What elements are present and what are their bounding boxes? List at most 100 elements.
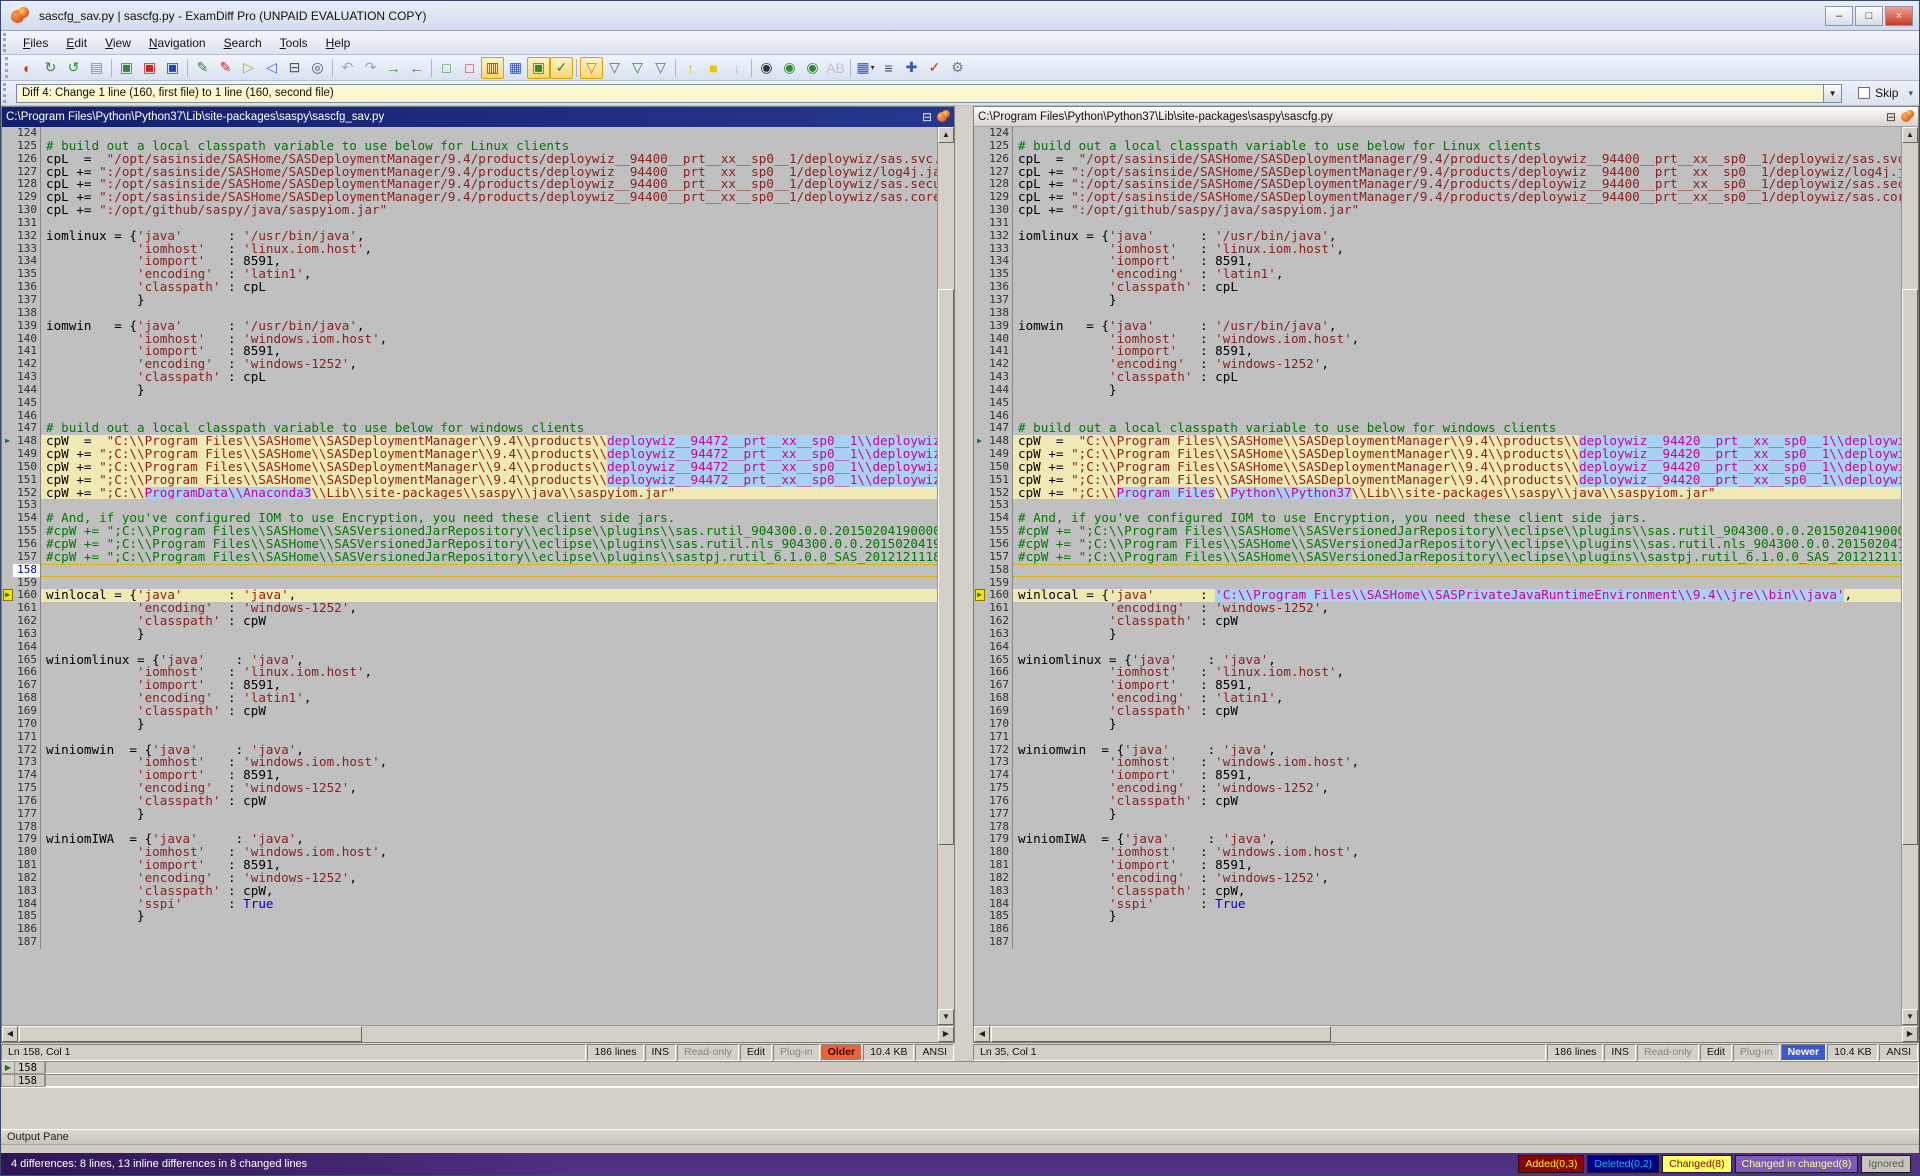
code-line[interactable]: 142 'encoding' : 'windows-1252', [2,358,937,371]
compare-files-icon[interactable]: ◐ [16,57,39,79]
code-line[interactable]: 169 'classpath' : cpW [2,705,937,718]
code-line[interactable]: 180 'iomhost' : 'windows.iom.host', [974,846,1901,859]
horizontal-scrollbar[interactable]: ◀ ▶ [974,1025,1918,1042]
show-checkmarks-icon[interactable]: ✓ [550,57,573,79]
code-line[interactable]: 149cpW += ";C:\\Program Files\\SASHome\\… [2,448,937,461]
code-line[interactable]: 142 'encoding' : 'windows-1252', [974,358,1901,371]
save-first-icon[interactable]: ▣ [115,57,138,79]
code-line[interactable]: 158 [2,564,937,577]
current-diff-combo[interactable]: Diff 4: Change 1 line (160, first file) … [16,84,1823,103]
code-line[interactable]: 172winiomwin = {'java' : 'java', [974,744,1901,757]
save-both-icon[interactable]: ▣ [161,57,184,79]
split-view-icon[interactable]: ▦ [504,57,527,79]
code-line[interactable]: 126cpL = "/opt/sasinside/SASHome/SASDepl… [2,153,937,166]
maximize-button[interactable]: □ [1855,6,1883,26]
code-line[interactable]: 128cpL += ":/opt/sasinside/SASHome/SASDe… [2,178,937,191]
print-preview-icon[interactable]: ◎ [306,57,329,79]
show-all-icon[interactable]: □ [435,57,458,79]
code-line[interactable]: 130cpL += ":/opt/github/saspy/java/saspy… [2,204,937,217]
close-button[interactable]: × [1885,6,1913,26]
menu-item-edit[interactable]: Edit [57,33,96,53]
print-icon[interactable]: ⊟ [283,57,306,79]
horizontal-scroll-thumb[interactable] [991,1026,1331,1042]
scroll-up-arrow[interactable]: ▲ [938,127,954,143]
code-line[interactable]: 175 'encoding' : 'windows-1252', [974,782,1901,795]
code-line[interactable]: 177 } [2,808,937,821]
code-line[interactable]: 164 [974,641,1901,654]
code-line[interactable]: 140 'iomhost' : 'windows.iom.host', [2,333,937,346]
code-line[interactable]: 182 'encoding' : 'windows-1252', [2,872,937,885]
code-line[interactable]: 185 } [2,910,937,923]
redo-icon[interactable]: ↷ [359,57,382,79]
find-next-icon[interactable]: ◉ [778,57,801,79]
code-line[interactable]: 186 [2,923,937,936]
open-files-icon[interactable]: ▤ [85,57,108,79]
file-path-header[interactable]: C:\Program Files\Python\Python37\Lib\sit… [974,107,1918,127]
code-line[interactable]: 169 'classpath' : cpW [974,705,1901,718]
go-back-icon[interactable]: ← [405,57,428,79]
recompare-icon[interactable]: ↻ [39,57,62,79]
toolbar-overflow-chevron[interactable]: ▾ [1908,88,1913,99]
filter-exclude-icon[interactable]: ▽ [649,57,672,79]
code-line[interactable]: 168 'encoding' : 'latin1', [2,692,937,705]
code-line[interactable]: 140 'iomhost' : 'windows.iom.host', [974,333,1901,346]
code-line[interactable]: 141 'iomport' : 8591, [2,345,937,358]
code-line[interactable]: 166 'iomhost' : 'linux.iom.host', [2,666,937,679]
save-second-icon[interactable]: ▣ [138,57,161,79]
current-diff-icon[interactable]: ■ [702,57,725,79]
code-line[interactable]: 158 [974,564,1901,577]
code-line[interactable]: 145 [974,397,1901,410]
code-line[interactable]: 163 } [974,628,1901,641]
code-line[interactable]: 171 [2,731,937,744]
code-line[interactable]: 146 [2,410,937,423]
code-line[interactable]: 126cpL = "/opt/sasinside/SASHome/SASDepl… [974,153,1901,166]
code-line[interactable]: 147# build out a local classpath variabl… [974,422,1901,435]
code-line[interactable]: 150cpW += ";C:\\Program Files\\SASHome\\… [974,461,1901,474]
code-line[interactable]: 139iomwin = {'java' : '/usr/bin/java', [974,320,1901,333]
code-line[interactable]: 174 'iomport' : 8591, [974,769,1901,782]
code-line[interactable]: 170 } [2,718,937,731]
code-line[interactable]: 135 'encoding' : 'latin1', [2,268,937,281]
code-line[interactable]: 124 [974,127,1901,140]
code-line[interactable]: 155#cpW += ";C:\\Program Files\\SASHome\… [974,525,1901,538]
code-line[interactable]: 170 } [974,718,1901,731]
code-line[interactable]: 147# build out a local classpath variabl… [2,422,937,435]
edit-first-icon[interactable]: ✎ [191,57,214,79]
code-line[interactable]: 130cpL += ":/opt/github/saspy/java/saspy… [974,204,1901,217]
code-line[interactable]: 186 [974,923,1901,936]
vertical-scrollbar[interactable]: ▲ ▼ [1901,127,1918,1025]
code-line[interactable]: 146 [974,410,1901,423]
menu-item-navigation[interactable]: Navigation [140,33,215,53]
printer-icon[interactable]: ⊟ [1882,109,1900,125]
menu-item-files[interactable]: Files [14,33,57,53]
edit-filters-icon[interactable]: ▽ [580,57,603,79]
menu-grip[interactable] [3,33,12,52]
strip-channel[interactable] [45,1074,1919,1087]
show-identical-icon[interactable]: ▥ [481,57,504,79]
file-path-header[interactable]: C:\Program Files\Python\Python37\Lib\sit… [2,107,954,127]
code-line[interactable]: 151cpW += ";C:\\Program Files\\SASHome\\… [2,474,937,487]
next-diff-icon[interactable]: ↓ [725,57,748,79]
code-line[interactable]: 162 'classpath' : cpW [974,615,1901,628]
code-line[interactable]: 159 [2,577,937,590]
code-line[interactable]: 134 'iomport' : 8591, [2,255,937,268]
code-line[interactable]: 151cpW += ";C:\\Program Files\\SASHome\\… [974,474,1901,487]
code-line[interactable]: 144 } [2,384,937,397]
plugin-options-icon[interactable]: ✓ [923,57,946,79]
code-line[interactable]: 127cpL += ":/opt/sasinside/SASHome/SASDe… [2,166,937,179]
code-line[interactable]: 183 'classpath' : cpW, [2,885,937,898]
code-line[interactable]: 153 [974,499,1901,512]
code-line[interactable]: 181 'iomport' : 8591, [2,859,937,872]
code-line[interactable]: 184 'sspi' : True [974,898,1901,911]
code-line[interactable]: 132iomlinux = {'java' : '/usr/bin/java', [974,230,1901,243]
code-line[interactable]: 182 'encoding' : 'windows-1252', [974,872,1901,885]
scroll-left-arrow[interactable]: ◀ [2,1026,18,1042]
code-line[interactable]: 166 'iomhost' : 'linux.iom.host', [974,666,1901,679]
go-forward-icon[interactable]: → [382,57,405,79]
code-line[interactable]: 179winiomIWA = {'java' : 'java', [974,833,1901,846]
code-area[interactable]: 124125# build out a local classpath vari… [2,127,937,1025]
code-line[interactable]: 143 'classpath' : cpL [2,371,937,384]
diff-combo-dropdown[interactable]: ▼ [1823,84,1842,103]
code-line[interactable]: 153 [2,499,937,512]
code-line[interactable]: 136 'classpath' : cpL [2,281,937,294]
